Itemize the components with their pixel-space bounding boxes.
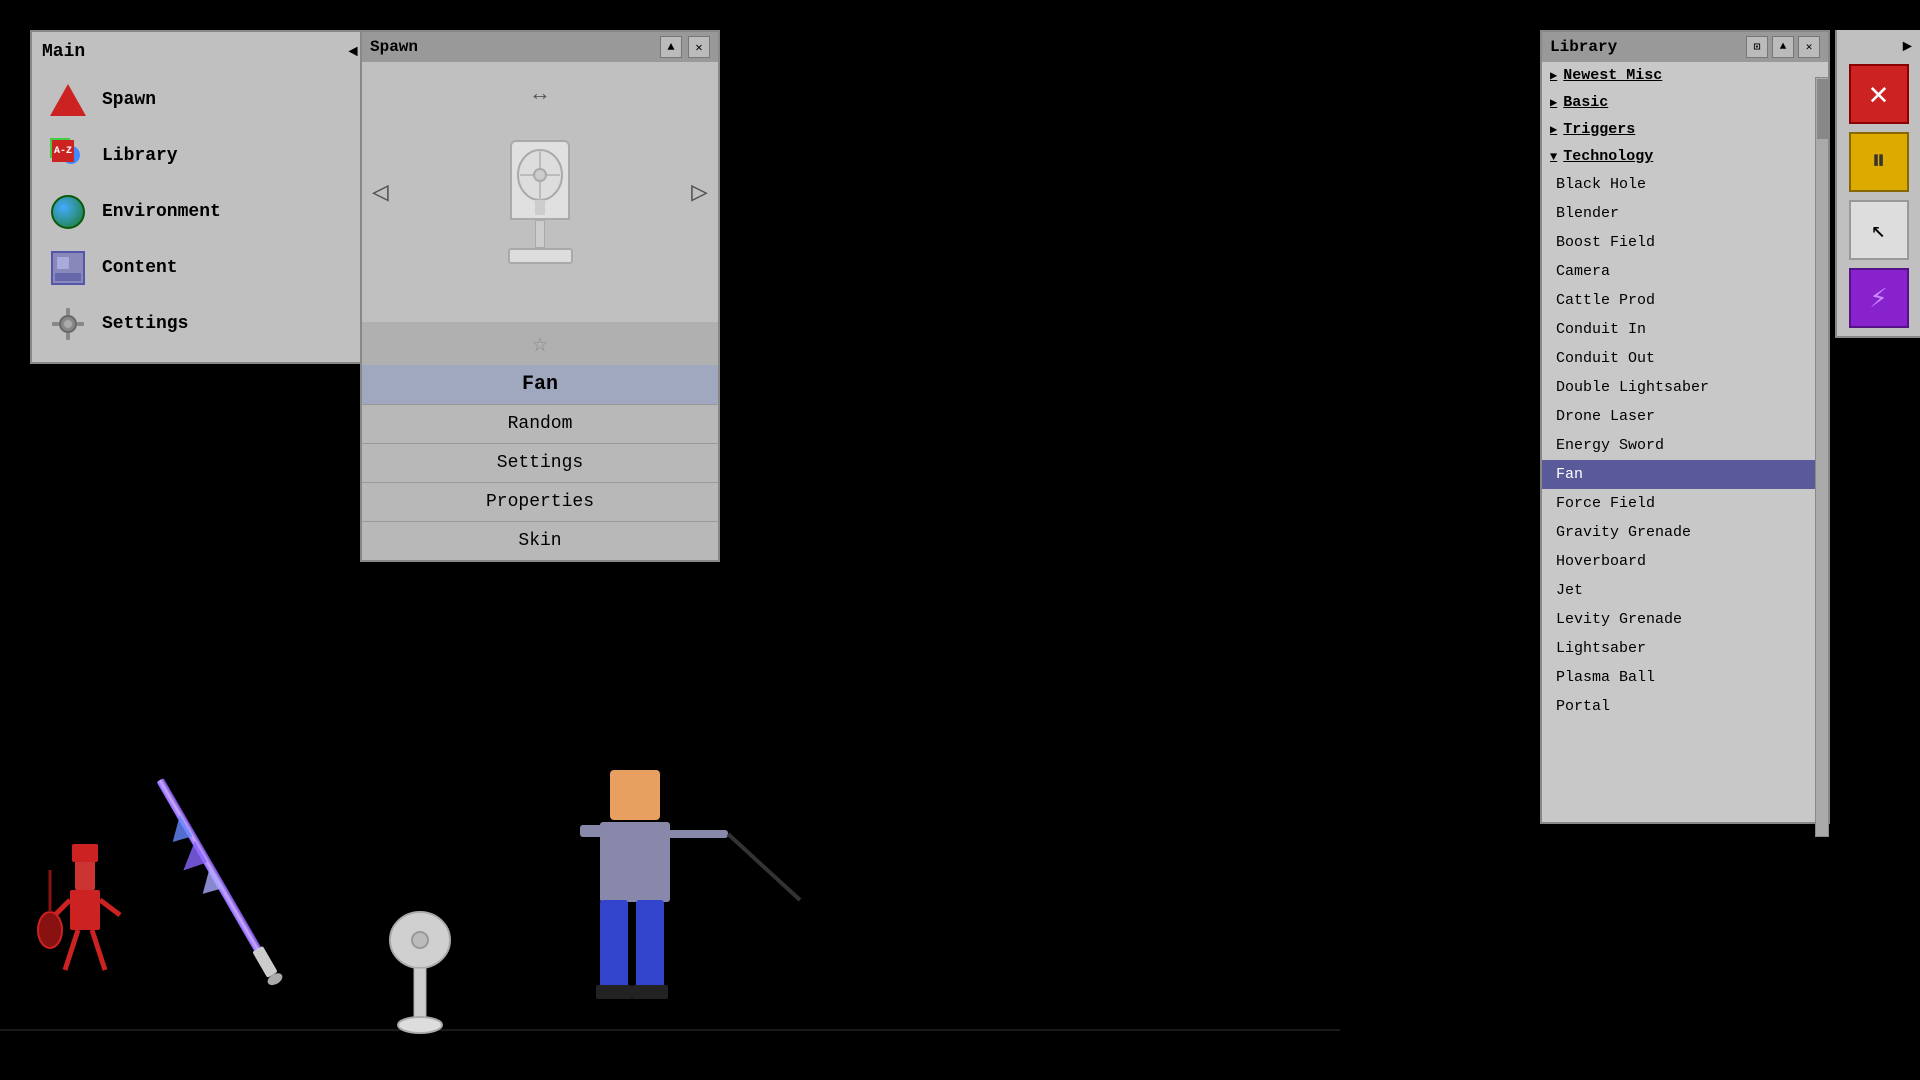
newest-misc-label: Newest Misc bbox=[1563, 67, 1662, 84]
lib-item-double-lightsaber[interactable]: Double Lightsaber bbox=[1542, 373, 1828, 402]
sidebar-item-spawn[interactable]: Spawn bbox=[42, 72, 358, 128]
technology-label: Technology bbox=[1563, 148, 1653, 165]
basic-label: Basic bbox=[1563, 94, 1608, 111]
sidebar-item-content[interactable]: Content bbox=[42, 240, 358, 296]
newest-misc-arrow: ▶ bbox=[1550, 68, 1557, 83]
lib-item-camera[interactable]: Camera bbox=[1542, 257, 1828, 286]
lib-item-lightsaber[interactable]: Lightsaber bbox=[1542, 634, 1828, 663]
library-category-triggers[interactable]: ▶ Triggers bbox=[1542, 116, 1828, 143]
fan-preview bbox=[508, 140, 573, 264]
spawn-window-controls: ▲ ✕ bbox=[660, 36, 710, 58]
lib-item-gravity-grenade[interactable]: Gravity Grenade bbox=[1542, 518, 1828, 547]
spawn-resize-arrow: ↔ bbox=[533, 82, 546, 107]
library-category-basic[interactable]: ▶ Basic bbox=[1542, 89, 1828, 116]
pause-button[interactable]: ⏸ bbox=[1849, 132, 1909, 192]
sidebar-item-settings[interactable]: Settings bbox=[42, 296, 358, 352]
pause-icon: ⏸ bbox=[1871, 146, 1885, 178]
main-panel-title: Main bbox=[42, 42, 85, 62]
sidebar-item-library-label: Library bbox=[102, 146, 178, 166]
library-category-newest-misc[interactable]: ▶ Newest Misc bbox=[1542, 62, 1828, 89]
basic-arrow: ▶ bbox=[1550, 95, 1557, 110]
lib-item-jet[interactable]: Jet bbox=[1542, 576, 1828, 605]
sidebar-item-environment[interactable]: Environment bbox=[42, 184, 358, 240]
lib-item-levity-grenade[interactable]: Levity Grenade bbox=[1542, 605, 1828, 634]
library-window-controls: ⊡ ▲ ✕ bbox=[1746, 36, 1820, 58]
library-pin-button[interactable]: ⊡ bbox=[1746, 36, 1768, 58]
right-sidebar: ► ✕ ⏸ ↖ ⚡ bbox=[1835, 30, 1920, 338]
sidebar-item-environment-label: Environment bbox=[102, 202, 221, 222]
main-panel: Main ◄ Spawn A-Z Library Environment bbox=[30, 30, 370, 364]
library-panel: Library ⊡ ▲ ✕ ▶ Newest Misc ▶ Basic ▶ Tr… bbox=[1540, 30, 1830, 824]
library-icon: A-Z bbox=[48, 136, 88, 176]
library-list: ▶ Newest Misc ▶ Basic ▶ Triggers ▼ Techn… bbox=[1542, 62, 1828, 822]
spawn-preview: ↔ ◁ ▷ bbox=[362, 62, 718, 322]
cursor-button[interactable]: ↖ bbox=[1849, 200, 1909, 260]
main-panel-collapse[interactable]: ◄ bbox=[348, 43, 358, 61]
lib-item-blender[interactable]: Blender bbox=[1542, 199, 1828, 228]
spawn-title: Spawn bbox=[370, 38, 418, 56]
spawn-random-button[interactable]: Random bbox=[362, 404, 718, 443]
spawn-item-name: Fan bbox=[362, 365, 718, 404]
lib-item-cattle-prod[interactable]: Cattle Prod bbox=[1542, 286, 1828, 315]
spawn-window: Spawn ▲ ✕ ↔ ◁ ▷ ☆ Fan Random bbox=[360, 30, 720, 562]
lib-item-force-field[interactable]: Force Field bbox=[1542, 489, 1828, 518]
library-scrollbar[interactable] bbox=[1815, 77, 1829, 837]
lib-item-fan[interactable]: Fan bbox=[1542, 460, 1828, 489]
lib-item-drone-laser[interactable]: Drone Laser bbox=[1542, 402, 1828, 431]
sidebar-item-spawn-label: Spawn bbox=[102, 90, 156, 110]
spawn-close-button[interactable]: ✕ bbox=[688, 36, 710, 58]
triggers-arrow: ▶ bbox=[1550, 122, 1557, 137]
sidebar-item-settings-label: Settings bbox=[102, 314, 188, 334]
settings-icon bbox=[48, 304, 88, 344]
library-scroll-thumb[interactable] bbox=[1817, 79, 1829, 139]
spawn-prev-button[interactable]: ◁ bbox=[372, 175, 389, 210]
cursor-icon: ↖ bbox=[1871, 215, 1885, 245]
spawn-skin-button[interactable]: Skin bbox=[362, 521, 718, 560]
spawn-icon bbox=[48, 80, 88, 120]
right-sidebar-collapse[interactable]: ► bbox=[1902, 38, 1912, 56]
spawn-next-button[interactable]: ▷ bbox=[691, 175, 708, 210]
game-scene bbox=[0, 680, 1340, 1080]
content-icon bbox=[48, 248, 88, 288]
library-minimize-button[interactable]: ▲ bbox=[1772, 36, 1794, 58]
lightning-button[interactable]: ⚡ bbox=[1849, 268, 1909, 328]
spawn-minimize-button[interactable]: ▲ bbox=[660, 36, 682, 58]
environment-icon bbox=[48, 192, 88, 232]
main-panel-titlebar: Main ◄ bbox=[42, 42, 358, 62]
spawn-star-rating: ☆ bbox=[362, 322, 718, 365]
technology-arrow: ▼ bbox=[1550, 150, 1557, 164]
library-close-button[interactable]: ✕ bbox=[1798, 36, 1820, 58]
close-icon: ✕ bbox=[1869, 74, 1888, 114]
sidebar-item-content-label: Content bbox=[102, 258, 178, 278]
spawn-star-icon: ☆ bbox=[532, 329, 548, 359]
library-titlebar: Library ⊡ ▲ ✕ bbox=[1542, 32, 1828, 62]
library-category-technology[interactable]: ▼ Technology bbox=[1542, 143, 1828, 170]
lib-item-conduit-out[interactable]: Conduit Out bbox=[1542, 344, 1828, 373]
lib-item-black-hole[interactable]: Black Hole bbox=[1542, 170, 1828, 199]
triggers-label: Triggers bbox=[1563, 121, 1635, 138]
lib-item-conduit-in[interactable]: Conduit In bbox=[1542, 315, 1828, 344]
close-button[interactable]: ✕ bbox=[1849, 64, 1909, 124]
lib-item-hoverboard[interactable]: Hoverboard bbox=[1542, 547, 1828, 576]
library-title: Library bbox=[1550, 38, 1617, 56]
lib-item-plasma-ball[interactable]: Plasma Ball bbox=[1542, 663, 1828, 692]
lib-item-portal[interactable]: Portal bbox=[1542, 692, 1828, 721]
sidebar-item-library[interactable]: A-Z Library bbox=[42, 128, 358, 184]
lightning-icon: ⚡ bbox=[1869, 280, 1887, 317]
spawn-titlebar: Spawn ▲ ✕ bbox=[362, 32, 718, 62]
lib-item-energy-sword[interactable]: Energy Sword bbox=[1542, 431, 1828, 460]
lib-item-boost-field[interactable]: Boost Field bbox=[1542, 228, 1828, 257]
spawn-settings-button[interactable]: Settings bbox=[362, 443, 718, 482]
spawn-properties-button[interactable]: Properties bbox=[362, 482, 718, 521]
